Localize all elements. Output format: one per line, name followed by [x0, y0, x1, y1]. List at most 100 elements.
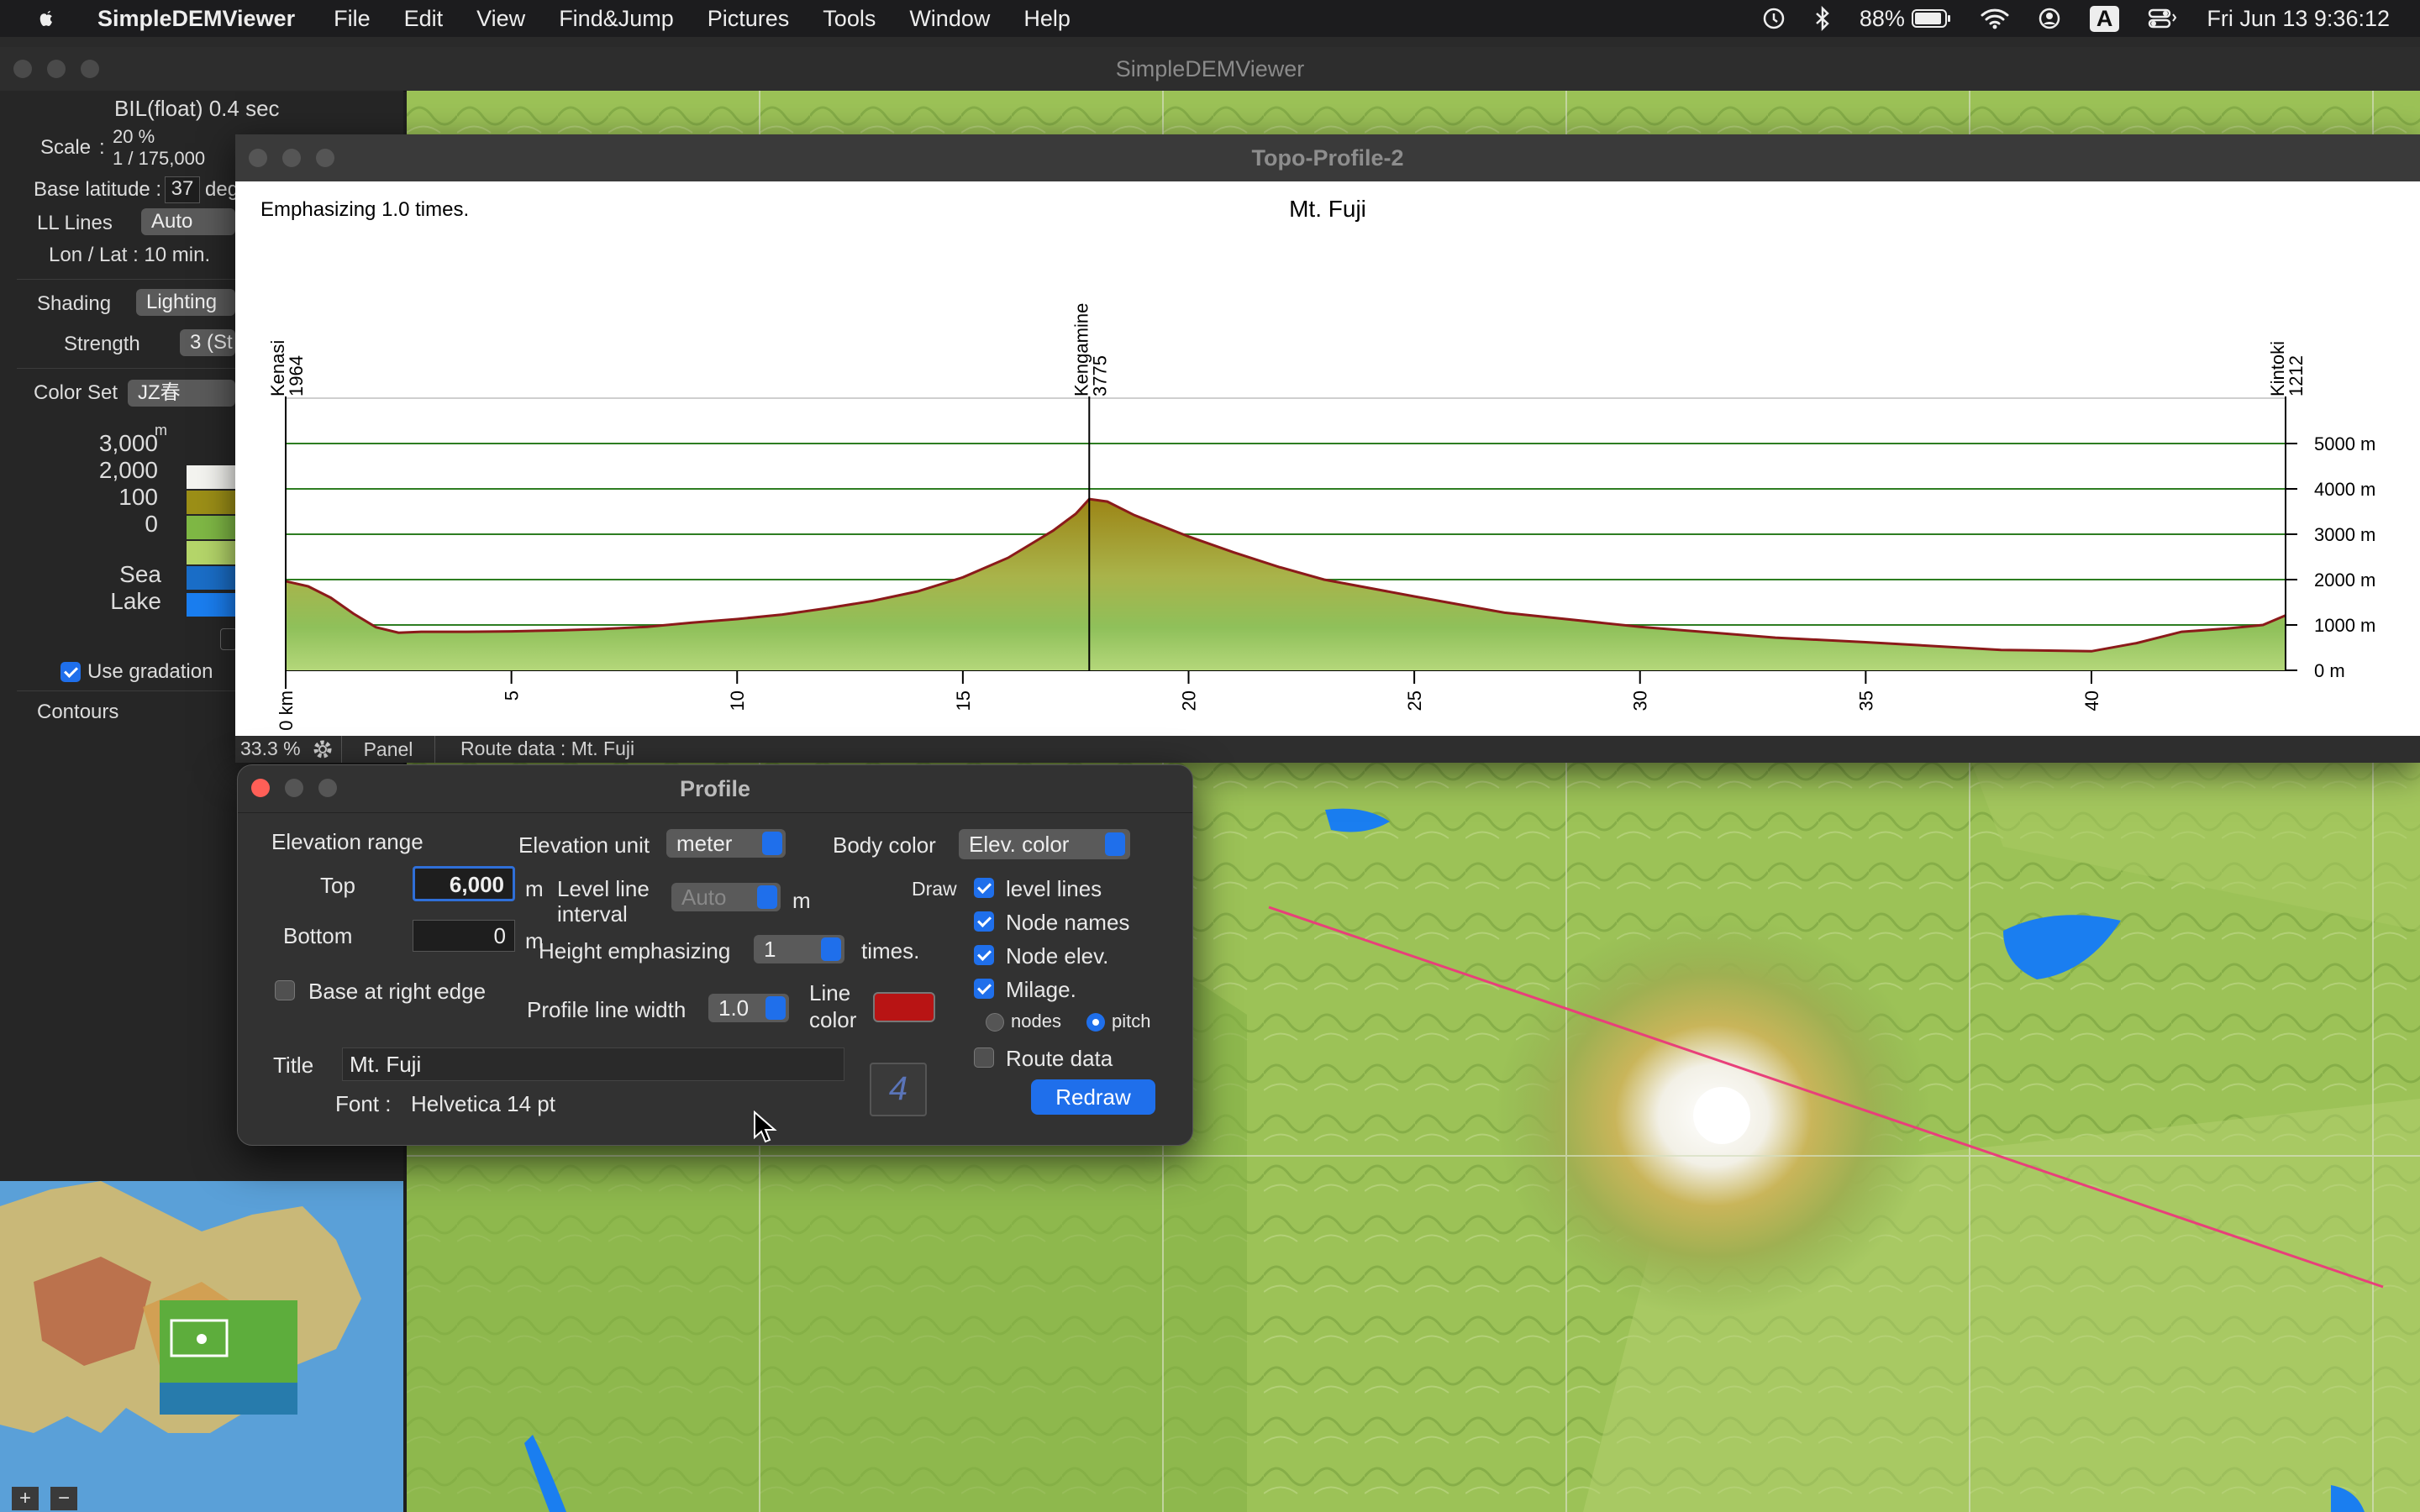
ll-lines-label: LL Lines: [37, 212, 113, 234]
close-window-button[interactable]: [13, 60, 32, 78]
chevron-updown-icon: [1105, 832, 1125, 856]
pitch-radio[interactable]: [1086, 1013, 1105, 1032]
zoom-window-button[interactable]: [316, 149, 334, 167]
battery-status[interactable]: 88%: [1860, 6, 1952, 32]
menu-view[interactable]: View: [476, 6, 525, 32]
nodes-radio[interactable]: [986, 1013, 1004, 1032]
time-machine-icon[interactable]: [1762, 7, 1786, 30]
color-set-popup[interactable]: JZ春: [128, 380, 235, 407]
control-center-icon[interactable]: [2148, 8, 2178, 29]
lake-color-swatch[interactable]: [187, 593, 237, 617]
level-interval-label-line1: Level line: [557, 876, 650, 901]
elevation-unit-popup[interactable]: meter: [666, 829, 786, 858]
node-names-checkbox[interactable]: [974, 911, 994, 932]
menu-bar: SimpleDEMViewer File Edit View Find&Jump…: [0, 0, 2420, 37]
line-color-well[interactable]: [873, 992, 935, 1022]
node-elev-checkbox[interactable]: [974, 945, 994, 965]
draw-label: Draw: [912, 878, 957, 900]
lon-lat-interval: Lon / Lat : 10 min.: [49, 244, 211, 266]
zoom-window-button[interactable]: [318, 779, 337, 797]
base-latitude-input[interactable]: 37: [165, 176, 200, 203]
menu-file[interactable]: File: [334, 6, 371, 32]
top-label: Top: [320, 873, 355, 898]
chart-title-input[interactable]: Mt. Fuji: [342, 1047, 844, 1081]
sea-label: Sea: [119, 561, 161, 587]
y-tick-label: 1000 m: [2314, 615, 2375, 636]
level-lines-checkbox[interactable]: [974, 878, 994, 898]
minimap-image: [0, 1181, 403, 1512]
minimize-window-button[interactable]: [285, 779, 303, 797]
y-tick-label: 0 m: [2314, 660, 2345, 681]
height-emphasizing-popup[interactable]: 1: [754, 935, 844, 963]
close-window-button[interactable]: [251, 779, 270, 797]
menu-pictures[interactable]: Pictures: [708, 6, 790, 32]
profile-dialog-titlebar: Profile: [238, 765, 1192, 813]
wifi-icon[interactable]: [1981, 8, 2009, 29]
legend-swatch-0[interactable]: [187, 541, 237, 564]
profile-line-width-popup[interactable]: 1.0: [708, 994, 789, 1022]
minimize-window-button[interactable]: [282, 149, 301, 167]
shading-popup[interactable]: Lighting: [136, 289, 235, 316]
ll-lines-popup[interactable]: Auto: [141, 208, 235, 235]
body-color-popup[interactable]: Elev. color: [959, 829, 1130, 859]
level-interval-unit: m: [792, 888, 811, 913]
mouse-cursor-icon: [754, 1110, 777, 1143]
strength-popup[interactable]: 3 (St: [180, 329, 235, 356]
panel-button[interactable]: Panel: [341, 736, 435, 763]
bottom-elevation-input[interactable]: 0: [413, 920, 515, 952]
line-color-label-line1: Line: [809, 980, 851, 1005]
node-elev-label: Node elev.: [1006, 943, 1109, 969]
user-account-icon[interactable]: [2038, 7, 2061, 30]
redraw-button[interactable]: Redraw: [1031, 1079, 1155, 1115]
lake-label: Lake: [110, 588, 161, 614]
scale-percent: 20 %: [113, 126, 155, 147]
elevation-range-label: Elevation range: [271, 829, 424, 854]
font-picker-button[interactable]: 4: [870, 1063, 927, 1116]
close-window-button[interactable]: [249, 149, 267, 167]
x-tick-label: 35: [1855, 690, 1876, 711]
zoom-window-button[interactable]: [81, 60, 99, 78]
x-tick-label: 30: [1630, 690, 1651, 711]
sea-color-swatch[interactable]: [187, 566, 237, 590]
minimize-window-button[interactable]: [47, 60, 66, 78]
bluetooth-icon[interactable]: [1814, 6, 1831, 31]
main-window-titlebar: SimpleDEMViewer: [0, 47, 2420, 92]
x-tick-label: 20: [1178, 690, 1199, 711]
x-tick-label: 25: [1404, 690, 1425, 711]
x-tick-label: 0 km: [276, 690, 297, 731]
top-elevation-input[interactable]: 6,000: [413, 866, 515, 901]
menu-tools[interactable]: Tools: [823, 6, 876, 32]
chevron-updown-icon: [765, 996, 786, 1020]
legend-swatch-3000[interactable]: [187, 465, 237, 489]
legend-swatch-2000[interactable]: [187, 491, 237, 514]
minimap-zoom-out-button[interactable]: −: [50, 1487, 77, 1510]
input-source-indicator[interactable]: A: [2089, 5, 2120, 32]
topo-profile-title: Topo-Profile-2: [1251, 145, 1404, 171]
legend-extra-button[interactable]: [220, 628, 237, 650]
gear-icon[interactable]: [311, 738, 334, 761]
milage-checkbox[interactable]: [974, 979, 994, 999]
base-at-right-edge-checkbox[interactable]: [275, 980, 295, 1000]
menu-window[interactable]: Window: [909, 6, 990, 32]
apple-menu-icon[interactable]: [34, 6, 59, 31]
menu-edit[interactable]: Edit: [404, 6, 444, 32]
overview-minimap[interactable]: + −: [0, 1181, 403, 1512]
font-value: Helvetica 14 pt: [411, 1091, 555, 1116]
node-elev-label: 1964: [286, 355, 307, 396]
shading-label: Shading: [37, 292, 112, 315]
x-tick-label: 5: [502, 690, 523, 701]
minimap-zoom-in-button[interactable]: +: [12, 1487, 39, 1510]
title-label: Title: [273, 1053, 314, 1078]
legend-swatch-100[interactable]: [187, 516, 237, 539]
route-data-checkbox[interactable]: [974, 1047, 994, 1068]
elevation-unit-label: Elevation unit: [518, 832, 650, 858]
zoom-level: 33.3 %: [240, 738, 301, 759]
app-name-menu[interactable]: SimpleDEMViewer: [97, 6, 295, 32]
profile-line-width-value: 1.0: [718, 995, 750, 1021]
menu-find-jump[interactable]: Find&Jump: [559, 6, 674, 32]
level-interval-popup[interactable]: Auto: [671, 883, 781, 911]
use-gradation-checkbox[interactable]: [60, 662, 81, 682]
menubar-clock[interactable]: Fri Jun 13 9:36:12: [2207, 6, 2390, 32]
node-elev-label: 3775: [1089, 355, 1110, 396]
menu-help[interactable]: Help: [1023, 6, 1071, 32]
